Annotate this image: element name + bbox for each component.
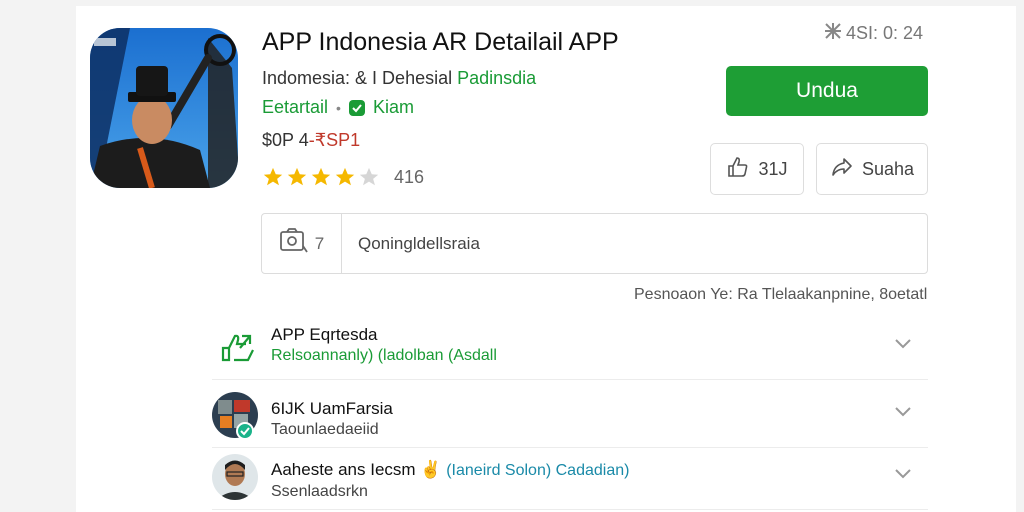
status-indicator: 4SI: 0: 24: [824, 22, 923, 45]
app-icon: [90, 28, 238, 188]
category-separator: •: [336, 99, 341, 116]
list-item[interactable]: Aaheste ans Iecsm ✌ (Ianeird Solon) Cada…: [212, 448, 928, 510]
star-icon: [263, 167, 283, 186]
category-label[interactable]: Eetartail: [262, 97, 328, 118]
star-empty-icon: [359, 167, 379, 186]
share-label: Suaha: [861, 158, 915, 179]
settings-icon: [824, 22, 842, 45]
list-item-title-tag[interactable]: (Ianeird Solon) Cadadian): [446, 462, 629, 479]
upload-arrow-icon: [220, 330, 256, 367]
category-tag[interactable]: Kiam: [373, 97, 414, 118]
victory-hand-emoji: ✌: [420, 460, 442, 479]
download-button[interactable]: Undua: [726, 66, 928, 116]
thumbs-up-icon: [726, 155, 750, 184]
review-input[interactable]: Qoningldellsraia: [358, 234, 480, 254]
share-arrow-icon: [830, 155, 854, 184]
footnote: Pesnoaon Ye: Ra Tlelaakanpnine, 8oetatl: [634, 286, 928, 303]
list-item-subtitle: Taounlaedaeiid: [271, 421, 379, 438]
list-item-subtitle: Ssenlaadsrkn: [271, 483, 368, 500]
review-icon-count: 7: [314, 233, 325, 253]
star-icon: [311, 167, 331, 186]
user-avatar: [212, 454, 258, 500]
list-item[interactable]: 6IJK UamFarsia Taounlaedaeiid: [212, 384, 928, 448]
verified-check-icon: [348, 99, 365, 116]
rating-value: 416: [394, 166, 425, 187]
list-item-subtitle: Relsoannanly) (ladolban (Asdall: [271, 347, 497, 364]
star-icon: [287, 167, 307, 186]
chevron-down-icon[interactable]: [894, 468, 912, 480]
status-text: 4SI: 0: 24: [846, 23, 924, 43]
like-button[interactable]: 31J: [710, 143, 804, 195]
verified-badge-icon: [236, 422, 254, 445]
rating: 416: [262, 166, 424, 188]
star-icon: [335, 167, 355, 186]
list-item-title-row: Aaheste ans Iecsm ✌ (Ianeird Solon) Cada…: [271, 460, 629, 480]
review-input-box[interactable]: 7 Qoningldellsraia: [261, 213, 928, 274]
share-button[interactable]: Suaha: [816, 143, 928, 195]
app-title: APP Indonesia AR Detailail APP: [262, 28, 619, 56]
chevron-down-icon[interactable]: [894, 406, 912, 418]
like-count: 31J: [758, 158, 788, 179]
price-line: $0P 4-₹SP1: [262, 130, 360, 151]
list-item[interactable]: APP Eqrtesda Relsoannanly) (ladolban (As…: [212, 316, 928, 380]
list-item-title: 6IJK UamFarsia: [271, 399, 393, 418]
price-original: $0P 4: [262, 130, 309, 150]
list-item-title: APP Eqrtesda: [271, 325, 378, 344]
review-icon-area[interactable]: 7: [262, 214, 342, 273]
list-item-title: Aaheste ans Iecsm: [271, 460, 416, 479]
category-line: Eetartail • Kiam: [262, 97, 414, 118]
image-add-icon: [279, 228, 309, 259]
developer-line: Indomesia: & I Dehesial Padinsdia: [262, 68, 536, 89]
developer-name[interactable]: Indomesia: & I Dehesial: [262, 68, 452, 88]
chevron-down-icon[interactable]: [894, 338, 912, 350]
developer-tag[interactable]: Padinsdia: [457, 68, 536, 88]
price-sale: -₹SP1: [308, 130, 361, 150]
